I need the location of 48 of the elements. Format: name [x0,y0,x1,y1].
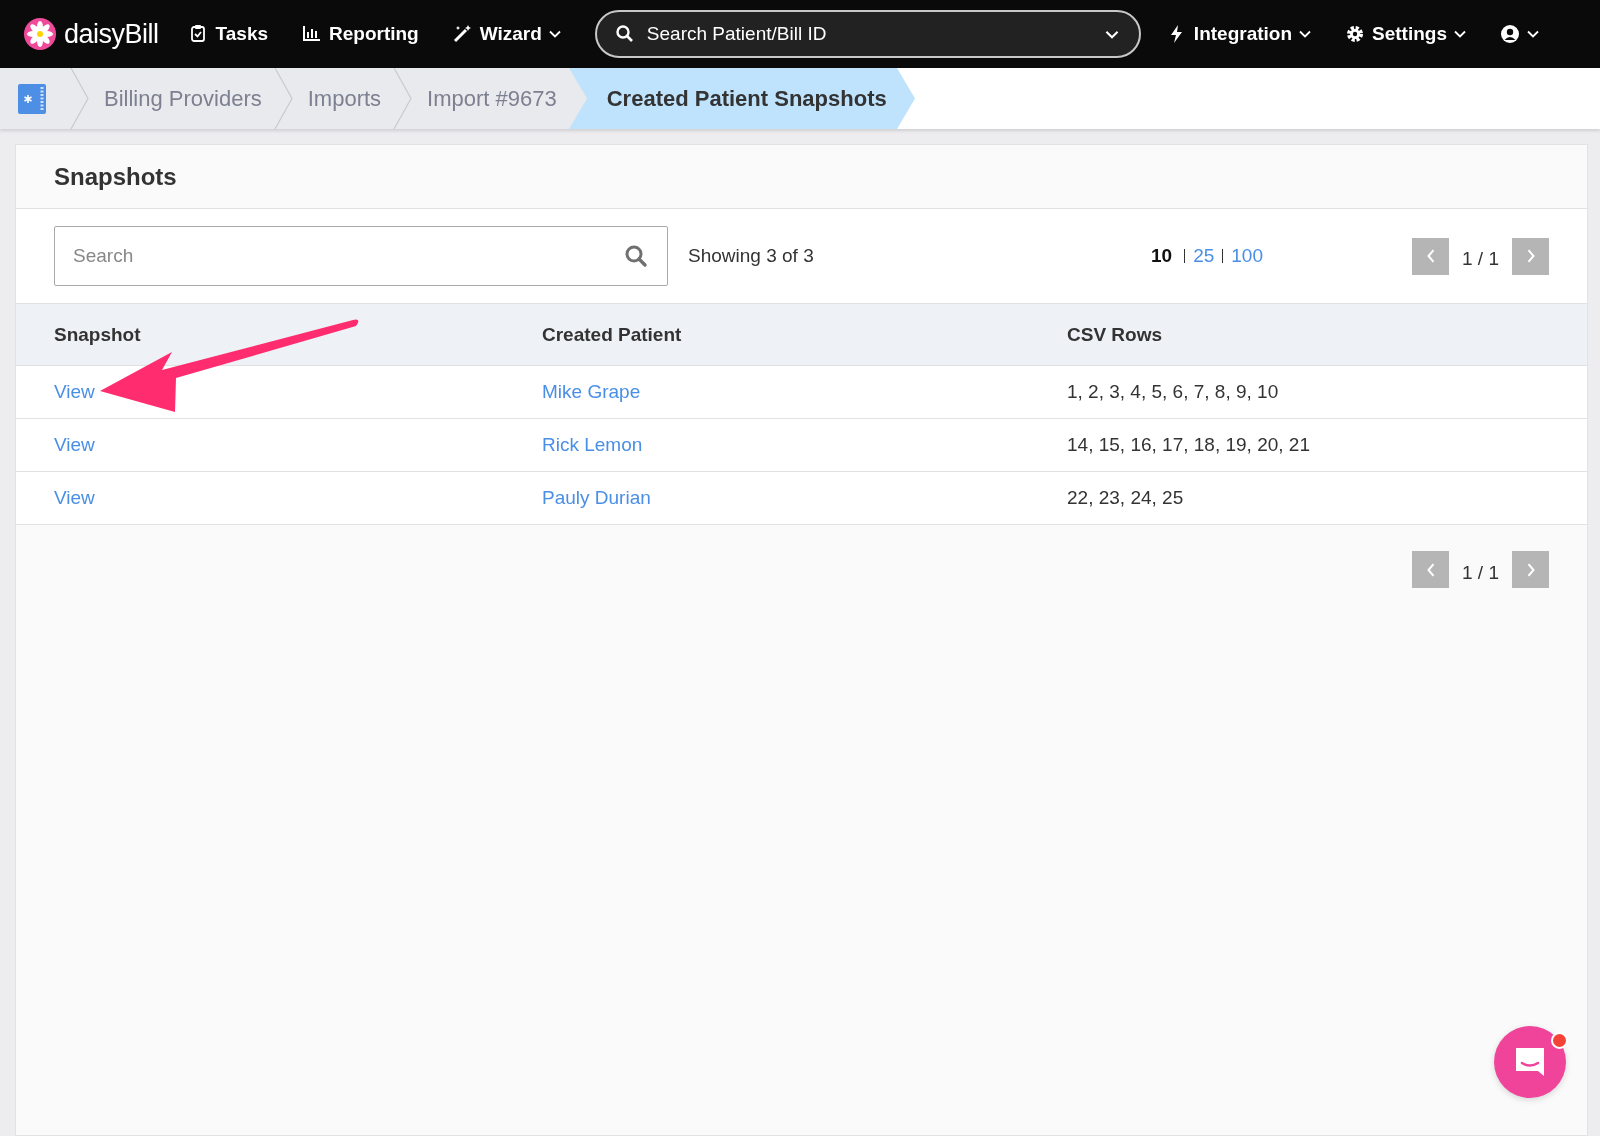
bar-chart-icon [302,24,322,44]
chevron-left-icon [1425,561,1436,578]
nav-menu-item[interactable]: Tasks [188,23,268,45]
medical-card-icon [18,83,46,114]
chevron-right-icon [1525,248,1536,264]
column-header: CSV Rows [1067,323,1163,346]
chevron-right-icon [1525,561,1536,578]
previous-page-button[interactable] [1412,551,1449,588]
table-cell: 22, 23, 24, 25 [1067,487,1184,509]
search-icon [624,244,648,268]
patient-name-link[interactable]: Mike Grape [542,381,641,402]
chevron-left-icon [1425,248,1436,264]
user-icon [1500,24,1520,44]
patient-name-link[interactable]: Rick Lemon [542,434,643,455]
previous-page-button[interactable] [1412,237,1449,275]
result-count: Showing 3 of 3 [688,245,815,267]
page-size-link[interactable]: 100 [1231,245,1263,267]
breadcrumb-item[interactable]: Billing Providers [90,68,274,129]
patient-name-link[interactable]: Pauly Durian [542,487,651,508]
caret-icon [1104,30,1119,39]
flower-logo-icon [24,18,56,50]
view-link[interactable]: View [54,434,95,455]
magic-wand-icon [452,24,473,44]
logo-text: daisyBill [64,18,159,50]
column-header: Created Patient [542,323,682,346]
search-field[interactable]: Search [54,226,668,286]
view-link[interactable]: View [54,487,95,508]
search-field[interactable]: Search Patient/Bill ID [594,10,1141,58]
table-cell: 14, 15, 16, 17, 18, 19, 20, 21 [1067,434,1310,456]
breadcrumb-item[interactable]: Imports [293,68,394,129]
settings-icon [1345,24,1366,44]
page-indicator: 1 / 1 [1461,247,1500,270]
view-link[interactable]: View [54,381,95,402]
page-indicator: 1 / 1 [1461,560,1500,584]
next-page-button[interactable] [1512,551,1549,588]
nav-menu-item[interactable] [1500,24,1539,44]
page-size-link[interactable]: 10 [1151,245,1173,267]
page-size-link[interactable]: 25 [1193,245,1215,267]
logo[interactable]: daisyBill [24,18,159,50]
table-cell: 1, 2, 3, 4, 5, 6, 7, 8, 9, 10 [1067,381,1279,403]
home-crumb[interactable] [0,68,70,129]
next-page-button[interactable] [1512,237,1549,275]
nav-menu-item[interactable]: Wizard [452,23,561,45]
nav-menu-item[interactable]: Integration [1166,23,1312,45]
nav-menu-item[interactable]: Reporting [302,23,419,45]
nav-menu-item[interactable]: Settings [1345,23,1466,45]
column-header: Snapshot [54,323,141,346]
panel-title: Snapshots [54,162,177,191]
